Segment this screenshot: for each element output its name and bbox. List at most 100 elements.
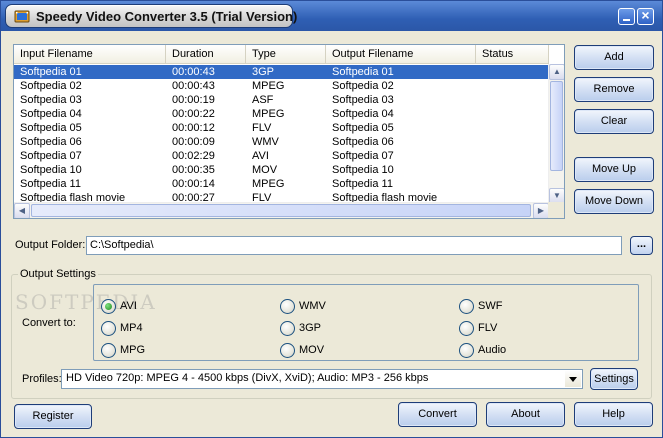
radio-button[interactable] [101, 342, 116, 358]
table-cell-status [476, 107, 549, 121]
radio-button[interactable] [459, 320, 474, 336]
radio-flv[interactable]: FLV [459, 319, 497, 337]
register-button[interactable]: Register [14, 404, 92, 429]
radio-button[interactable] [101, 320, 116, 336]
table-cell-status [476, 177, 549, 191]
radio-button[interactable] [101, 298, 116, 314]
radio-label: MPG [120, 344, 146, 356]
radio-mp4[interactable]: MP4 [101, 319, 143, 337]
main-window: Speedy Video Converter 3.5 (Trial Versio… [0, 0, 663, 438]
horizontal-scroll-thumb[interactable] [31, 204, 531, 217]
profiles-selected-value: HD Video 720p: MPEG 4 - 4500 kbps (DivX,… [66, 372, 429, 384]
table-row[interactable]: Softpedia 03 00:00:19 ASF Softpedia 03 [14, 93, 549, 107]
table-cell-duration: 00:00:35 [172, 164, 215, 176]
table-row[interactable]: Softpedia 04 00:00:22 MPEG Softpedia 04 [14, 107, 549, 121]
output-folder-label: Output Folder: [15, 239, 86, 251]
title-bar[interactable]: Speedy Video Converter 3.5 (Trial Versio… [1, 1, 662, 31]
radio-wmv[interactable]: WMV [280, 297, 326, 315]
table-cell-duration: 00:00:19 [172, 94, 215, 106]
table-cell-duration: 00:00:14 [172, 178, 215, 190]
file-list[interactable]: Input Filename Duration Type Output File… [13, 44, 565, 219]
convert-to-label: Convert to: [22, 317, 76, 329]
vertical-scrollbar[interactable]: ▲ ▼ [548, 64, 564, 204]
table-cell-duration: 00:00:43 [172, 80, 215, 92]
table-cell-output: Softpedia 10 [332, 164, 394, 176]
table-cell-type: ASF [252, 94, 274, 106]
table-row[interactable]: Softpedia 11 00:00:14 MPEG Softpedia 11 [14, 177, 549, 191]
browse-button[interactable]: ... [630, 236, 653, 255]
file-list-body: Softpedia 01 00:00:43 3GP Softpedia 01 Softp… [14, 65, 549, 205]
table-row[interactable]: Softpedia 06 00:00:09 WMV Softpedia 06 [14, 135, 549, 149]
table-cell-status [476, 93, 549, 107]
column-header-output-filename[interactable]: Output Filename [326, 45, 476, 64]
table-row[interactable]: Softpedia 07 00:02:29 AVI Softpedia 07 [14, 149, 549, 163]
table-cell-status [476, 163, 549, 177]
table-cell-output: Softpedia 03 [332, 94, 394, 106]
about-button[interactable]: About [486, 402, 565, 427]
add-button[interactable]: Add [574, 45, 654, 70]
remove-button[interactable]: Remove [574, 77, 654, 102]
radio-label: WMV [299, 300, 326, 312]
horizontal-scrollbar[interactable]: ◀ ▶ [14, 202, 549, 218]
radio-button[interactable] [459, 342, 474, 358]
column-header-status[interactable]: Status [476, 45, 549, 64]
clear-button[interactable]: Clear [574, 109, 654, 134]
radio-audio[interactable]: Audio [459, 341, 506, 359]
radio-avi[interactable]: AVI [101, 297, 137, 315]
table-cell-output: Softpedia 06 [332, 136, 394, 148]
radio-label: FLV [478, 322, 498, 334]
table-cell-input: Softpedia 11 [20, 178, 81, 190]
radio-button[interactable] [280, 320, 295, 336]
radio-label: MOV [299, 344, 325, 356]
table-cell-input: Softpedia 05 [20, 122, 82, 134]
radio-3gp[interactable]: 3GP [280, 319, 321, 337]
chevron-down-icon[interactable] [565, 371, 581, 387]
scroll-up-button[interactable]: ▲ [549, 64, 564, 80]
table-row[interactable]: Softpedia 10 00:00:35 MOV Softpedia 10 [14, 163, 549, 177]
table-cell-output: Softpedia 05 [332, 122, 394, 134]
table-row[interactable]: Softpedia 01 00:00:43 3GP Softpedia 01 [14, 65, 549, 79]
table-cell-output: Softpedia 07 [332, 150, 394, 162]
file-list-header: Input Filename Duration Type Output File… [14, 45, 549, 64]
table-cell-status [476, 149, 549, 163]
table-cell-type: 3GP [252, 66, 275, 78]
column-header-duration[interactable]: Duration [166, 45, 246, 64]
settings-button[interactable]: Settings [590, 368, 638, 390]
scrollbar-corner [548, 202, 564, 218]
table-cell-duration: 00:00:22 [172, 108, 215, 120]
close-button[interactable]: × [637, 8, 654, 25]
convert-button[interactable]: Convert [398, 402, 477, 427]
table-cell-input: Softpedia 02 [20, 80, 82, 92]
table-row[interactable]: Softpedia 05 00:00:12 FLV Softpedia 05 [14, 121, 549, 135]
profiles-dropdown[interactable]: HD Video 720p: MPEG 4 - 4500 kbps (DivX,… [61, 369, 583, 389]
column-header-type[interactable]: Type [246, 45, 326, 64]
table-cell-status [476, 121, 549, 135]
column-header-input-filename[interactable]: Input Filename [14, 45, 166, 64]
scroll-left-button[interactable]: ◀ [14, 203, 30, 218]
radio-button[interactable] [280, 298, 295, 314]
table-cell-type: WMV [252, 136, 279, 148]
table-cell-type: MOV [252, 164, 278, 176]
table-cell-input: Softpedia 01 [20, 66, 82, 78]
table-cell-duration: 00:02:29 [172, 150, 215, 162]
table-row[interactable]: Softpedia 02 00:00:43 MPEG Softpedia 02 [14, 79, 549, 93]
radio-mpg[interactable]: MPG [101, 341, 145, 359]
minimize-button[interactable] [618, 8, 635, 25]
radio-label: 3GP [299, 322, 322, 334]
radio-button[interactable] [459, 298, 474, 314]
output-settings-label: Output Settings [18, 267, 98, 281]
radio-swf[interactable]: SWF [459, 297, 502, 315]
window-title: Speedy Video Converter 3.5 (Trial Versio… [36, 9, 298, 24]
radio-mov[interactable]: MOV [280, 341, 324, 359]
radio-button[interactable] [280, 342, 295, 358]
film-icon [14, 10, 30, 23]
vertical-scroll-thumb[interactable] [550, 81, 563, 171]
table-cell-type: MPEG [252, 80, 285, 92]
scroll-right-button[interactable]: ▶ [533, 203, 549, 218]
move-up-button[interactable]: Move Up [574, 157, 654, 182]
radio-label: MP4 [120, 322, 143, 334]
table-cell-status [476, 79, 549, 93]
help-button[interactable]: Help [574, 402, 653, 427]
output-folder-input[interactable]: C:\Softpedia\ [86, 236, 622, 255]
move-down-button[interactable]: Move Down [574, 189, 654, 214]
